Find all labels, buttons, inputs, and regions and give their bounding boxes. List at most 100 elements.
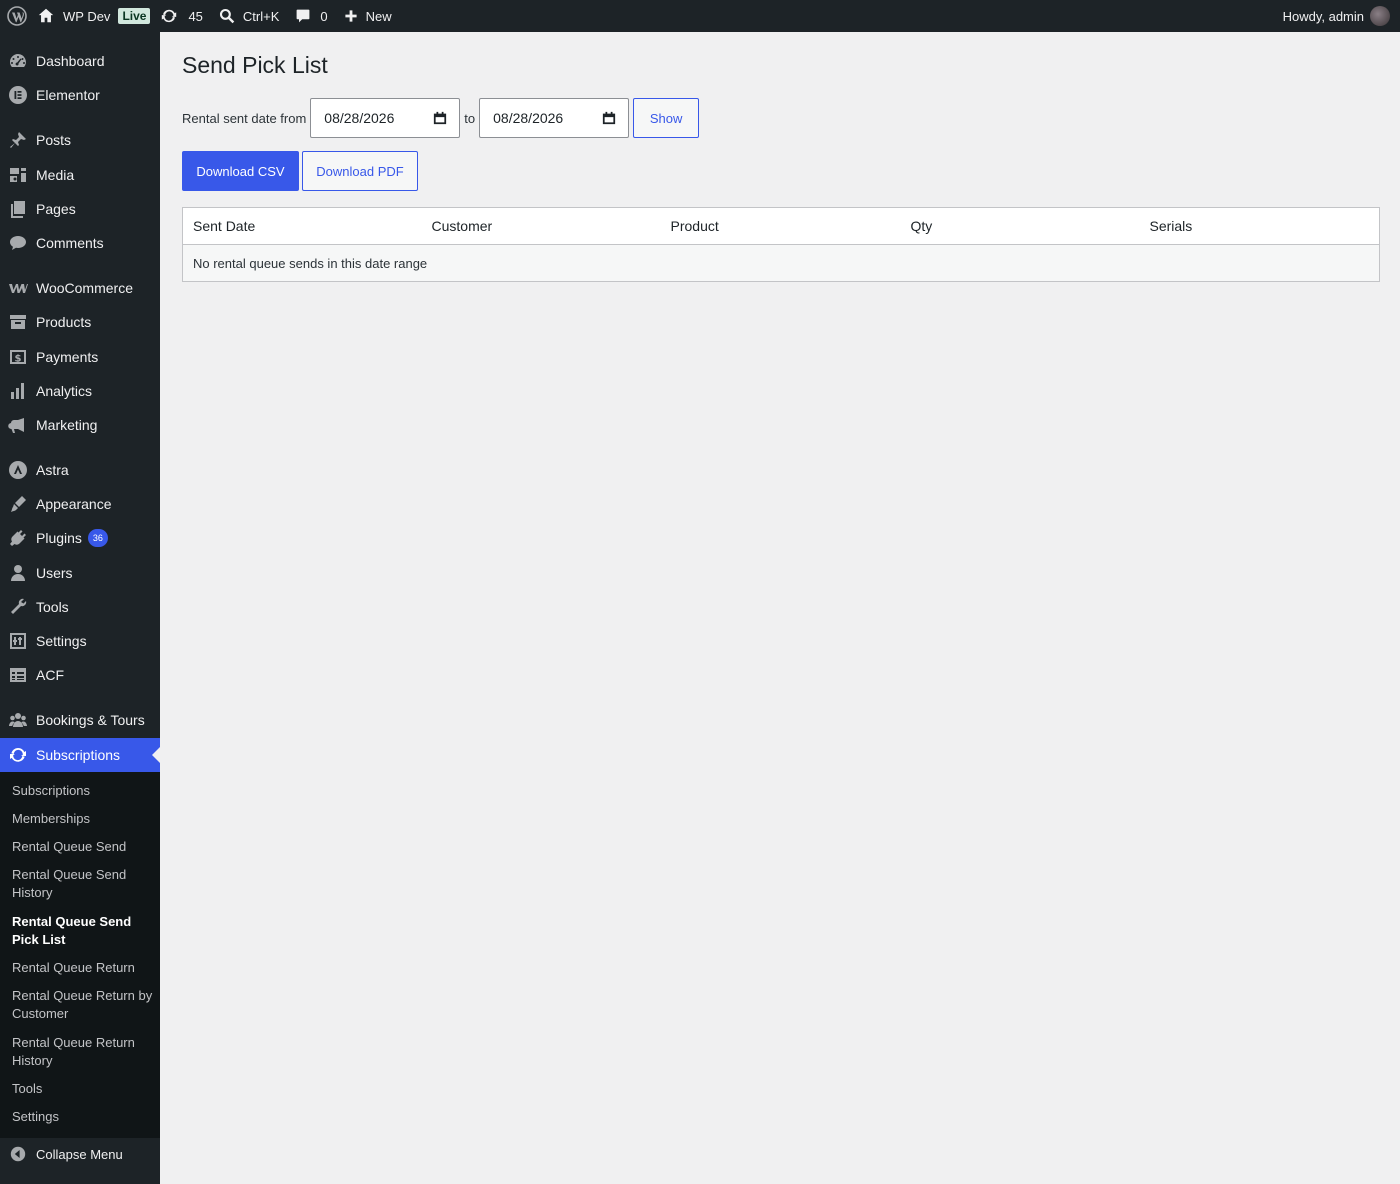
sidebar-item-plugins[interactable]: Plugins 36	[0, 521, 160, 555]
sidebar-item-astra[interactable]: Astra	[0, 453, 160, 487]
download-csv-button[interactable]: Download CSV	[182, 151, 299, 191]
column-header-sent-date: Sent Date	[182, 207, 422, 245]
sidebar-item-label: Posts	[36, 132, 72, 148]
pick-list-table: Sent Date Customer Product Qty Serials N…	[182, 207, 1380, 282]
date-filter-form: Rental sent date from 08/28/2026 to 08/2…	[182, 98, 700, 138]
comments-link[interactable]: 0	[287, 0, 335, 32]
submenu-item-rental-queue-return-by-customer[interactable]: Rental Queue Return by Customer	[12, 987, 154, 1023]
groups-icon	[0, 710, 36, 730]
submenu-item-memberships[interactable]: Memberships	[12, 810, 154, 828]
show-button[interactable]: Show	[633, 98, 700, 138]
sidebar-item-label: Users	[36, 565, 73, 581]
collapse-menu-label: Collapse Menu	[36, 1146, 123, 1162]
table-icon	[0, 665, 36, 685]
sidebar-item-label: Payments	[36, 349, 99, 365]
new-content-link[interactable]: New	[336, 0, 400, 32]
subscriptions-submenu: Subscriptions Memberships Rental Queue S…	[0, 772, 160, 1138]
submenu-item-rental-queue-send-pick-list[interactable]: Rental Queue Send Pick List	[12, 913, 154, 949]
date-to-input[interactable]: 08/28/2026	[479, 98, 630, 138]
admin-sidebar: Dashboard Elementor Posts Media Pages Co…	[0, 32, 160, 1184]
page-title: Send Pick List	[182, 52, 328, 78]
greeting: Howdy, admin	[1282, 8, 1364, 24]
table-row: No rental queue sends in this date range	[182, 244, 1380, 282]
my-account-link[interactable]: Howdy, admin	[1277, 0, 1396, 32]
sidebar-item-label: Subscriptions	[36, 747, 121, 763]
command-palette-link[interactable]: Ctrl+K	[211, 0, 287, 32]
sidebar-item-pages[interactable]: Pages	[0, 192, 160, 226]
admin-bar: WP Dev Live 45 Ctrl+K 0 New Howdy, admin	[0, 0, 1400, 32]
brush-icon	[0, 494, 36, 514]
sidebar-item-label: Bookings & Tours	[36, 712, 145, 728]
sidebar-item-analytics[interactable]: Analytics	[0, 374, 160, 408]
date-to-label: to	[464, 110, 476, 126]
column-header-product: Product	[660, 207, 901, 245]
wordpress-logo-icon[interactable]	[0, 0, 33, 32]
live-badge: Live	[118, 8, 151, 24]
sidebar-item-products[interactable]: Products	[0, 305, 160, 339]
sidebar-item-woocommerce[interactable]: WooCommerce	[0, 271, 160, 305]
comments-count: 0	[320, 8, 328, 24]
sidebar-item-label: Dashboard	[36, 53, 105, 69]
sync-icon	[0, 745, 36, 765]
dollar-icon: $	[0, 347, 36, 367]
sidebar-item-settings[interactable]: Settings	[0, 624, 160, 658]
plugins-update-badge: 36	[87, 529, 108, 547]
comment-bubble-icon	[295, 8, 311, 24]
submenu-item-rental-queue-return-history[interactable]: Rental Queue Return History	[12, 1034, 154, 1070]
svg-text:$: $	[15, 354, 22, 365]
updates-link[interactable]: 45	[158, 0, 210, 32]
sidebar-item-tools[interactable]: Tools	[0, 590, 160, 624]
woocommerce-icon	[0, 278, 36, 298]
dashboard-icon	[0, 51, 36, 71]
submenu-item-tools[interactable]: Tools	[12, 1080, 154, 1098]
sidebar-item-label: WooCommerce	[36, 280, 133, 296]
sidebar-item-elementor[interactable]: Elementor	[0, 78, 160, 112]
elementor-icon	[0, 85, 36, 105]
collapse-arrow-icon	[0, 1146, 36, 1162]
calendar-icon[interactable]	[602, 111, 616, 125]
submenu-item-rental-queue-send[interactable]: Rental Queue Send	[12, 838, 154, 856]
sidebar-item-marketing[interactable]: Marketing	[0, 408, 160, 442]
sidebar-item-appearance[interactable]: Appearance	[0, 487, 160, 521]
column-header-qty: Qty	[900, 207, 1140, 245]
sidebar-item-dashboard[interactable]: Dashboard	[0, 44, 160, 78]
wrench-icon	[0, 597, 36, 617]
empty-table-message: No rental queue sends in this date range	[182, 244, 1380, 282]
sidebar-item-posts[interactable]: Posts	[0, 123, 160, 157]
sidebar-item-media[interactable]: Media	[0, 158, 160, 192]
pin-icon	[0, 130, 36, 150]
updates-icon	[160, 7, 178, 25]
astra-icon	[0, 460, 36, 480]
sidebar-item-acf[interactable]: ACF	[0, 658, 160, 692]
sidebar-item-label: Marketing	[36, 417, 98, 433]
sidebar-item-label: Appearance	[36, 496, 112, 512]
submenu-item-rental-queue-send-history[interactable]: Rental Queue Send History	[12, 866, 154, 902]
site-name: WP Dev	[63, 8, 111, 24]
sidebar-item-label: Tools	[36, 599, 69, 615]
search-shortcut: Ctrl+K	[242, 8, 280, 24]
sliders-icon	[0, 631, 36, 651]
updates-count: 45	[188, 8, 203, 24]
sidebar-item-bookings-tours[interactable]: Bookings & Tours	[0, 703, 160, 737]
sidebar-item-label: Pages	[36, 201, 76, 217]
date-from-input[interactable]: 08/28/2026	[310, 98, 461, 138]
submenu-item-rental-queue-return[interactable]: Rental Queue Return	[12, 959, 154, 977]
plus-icon	[344, 9, 358, 23]
site-name-link[interactable]: WP Dev Live	[33, 0, 158, 32]
submenu-item-settings[interactable]: Settings	[12, 1108, 154, 1126]
sidebar-item-label: Astra	[36, 462, 69, 478]
sidebar-item-label: Analytics	[36, 383, 93, 399]
download-actions: Download CSV Download PDF	[182, 151, 418, 191]
submenu-item-subscriptions[interactable]: Subscriptions	[12, 782, 154, 800]
download-pdf-button[interactable]: Download PDF	[302, 151, 418, 191]
sidebar-item-users[interactable]: Users	[0, 556, 160, 590]
sidebar-item-label: Comments	[36, 235, 104, 251]
calendar-icon[interactable]	[433, 111, 447, 125]
home-icon	[37, 7, 55, 25]
collapse-menu-button[interactable]: Collapse Menu	[0, 1138, 160, 1170]
sidebar-item-comments[interactable]: Comments	[0, 226, 160, 260]
date-from-label: Rental sent date from	[182, 110, 307, 126]
sidebar-item-subscriptions[interactable]: Subscriptions	[0, 738, 160, 772]
sidebar-item-payments[interactable]: $ Payments	[0, 340, 160, 374]
sidebar-item-label: Products	[36, 314, 92, 330]
